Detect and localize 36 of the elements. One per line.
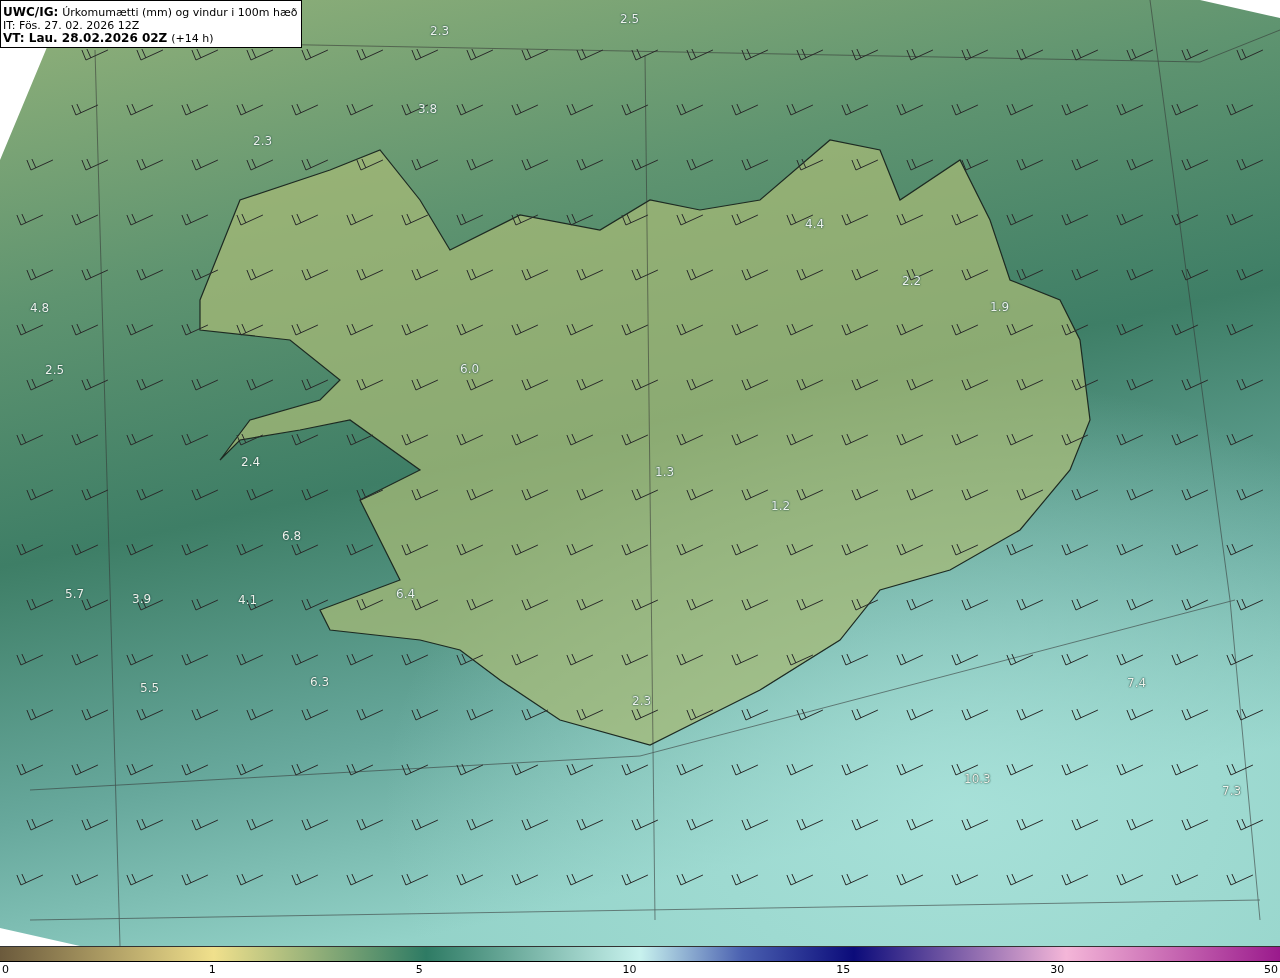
value-label: 6.3 [310, 675, 330, 689]
value-label: 4.1 [238, 593, 258, 607]
scale-tick-label: 1 [208, 963, 216, 976]
value-label: 6.0 [460, 362, 480, 376]
value-label: 5.5 [140, 681, 160, 695]
value-label: 2.5 [45, 363, 65, 377]
product-title: Úrkomumætti (mm) og vindur i 100m hæð [62, 6, 298, 19]
scale-tick-label: 5 [415, 963, 423, 976]
value-label: 10.3 [964, 772, 991, 786]
lead-time: (+14 h) [171, 32, 214, 45]
scale-tick-label: 30 [1050, 963, 1065, 976]
scale-tick-label: 50 [1263, 963, 1278, 976]
value-label: 5.7 [65, 587, 85, 601]
value-label: 2.3 [430, 24, 450, 38]
value-label: 7.4 [1127, 676, 1147, 690]
value-label: 2.5 [620, 12, 640, 26]
value-label: 6.4 [396, 587, 416, 601]
value-label: 4.4 [805, 217, 825, 231]
value-label: 2.3 [253, 134, 273, 148]
scale-tick-label: 10 [622, 963, 637, 976]
value-label: 2.4 [241, 455, 261, 469]
value-label: 6.8 [282, 529, 302, 543]
value-label: 1.3 [655, 465, 675, 479]
value-label: 4.8 [30, 301, 50, 315]
scale-tick-label: 15 [836, 963, 851, 976]
valid-time: VT: Lau. 28.02.2026 02Z [3, 32, 168, 45]
value-label: 3.9 [132, 592, 152, 606]
value-label: 1.9 [990, 300, 1010, 314]
issue-time: IT: Fös. 27. 02. 2026 12Z [3, 19, 140, 32]
scale-tick-label: 0 [2, 963, 9, 976]
value-label: 1.2 [771, 499, 791, 513]
value-label: 2.2 [902, 274, 922, 288]
value-label: 7.3 [1222, 784, 1242, 798]
value-label: 3.8 [418, 102, 438, 116]
value-label: 2.3 [632, 694, 652, 708]
model-label: UWC/IG: [3, 6, 59, 19]
